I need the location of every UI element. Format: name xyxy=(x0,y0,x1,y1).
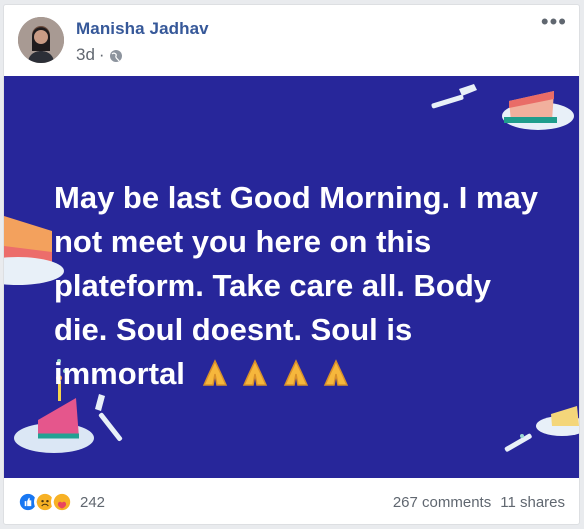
engagement-stats: 267 comments 11 shares xyxy=(393,494,565,511)
globe-icon xyxy=(109,48,123,62)
meta-separator: · xyxy=(98,45,105,64)
cake-plate-top-right-icon xyxy=(502,91,574,130)
folded-hands-icon xyxy=(202,359,227,386)
post-image[interactable]: May be last Good Morning. I may not meet… xyxy=(4,76,579,478)
post-card: Manisha Jadhav 3d · ••• May be last Good… xyxy=(3,4,580,525)
pray-emoji-group xyxy=(198,352,352,396)
author-name[interactable]: Manisha Jadhav xyxy=(76,19,209,39)
folded-hands-icon xyxy=(324,359,349,386)
post-header: Manisha Jadhav 3d · ••• xyxy=(4,5,579,77)
post-footer: 242 267 comments 11 shares xyxy=(4,481,579,526)
shares-count[interactable]: 11 shares xyxy=(500,494,565,511)
post-time[interactable]: 3d xyxy=(76,45,95,65)
post-image-text: May be last Good Morning. I may not meet… xyxy=(54,176,544,396)
care-icon xyxy=(51,491,73,513)
more-options-button[interactable]: ••• xyxy=(541,11,567,33)
folded-hands-icon xyxy=(243,359,268,386)
avatar[interactable] xyxy=(18,17,64,63)
reaction-summary[interactable]: 242 xyxy=(17,491,105,513)
reaction-count[interactable]: 242 xyxy=(80,494,105,511)
fork-bottom-right-icon xyxy=(504,433,532,452)
cake-bottom-right-icon xyxy=(536,406,579,436)
comments-count[interactable]: 267 comments xyxy=(393,494,491,511)
fork-top-icon xyxy=(431,84,477,109)
ellipsis-icon: ••• xyxy=(540,9,567,34)
folded-hands-icon xyxy=(283,359,308,386)
post-meta: 3d · xyxy=(76,45,123,65)
fork-bottom-left-icon xyxy=(95,394,123,442)
